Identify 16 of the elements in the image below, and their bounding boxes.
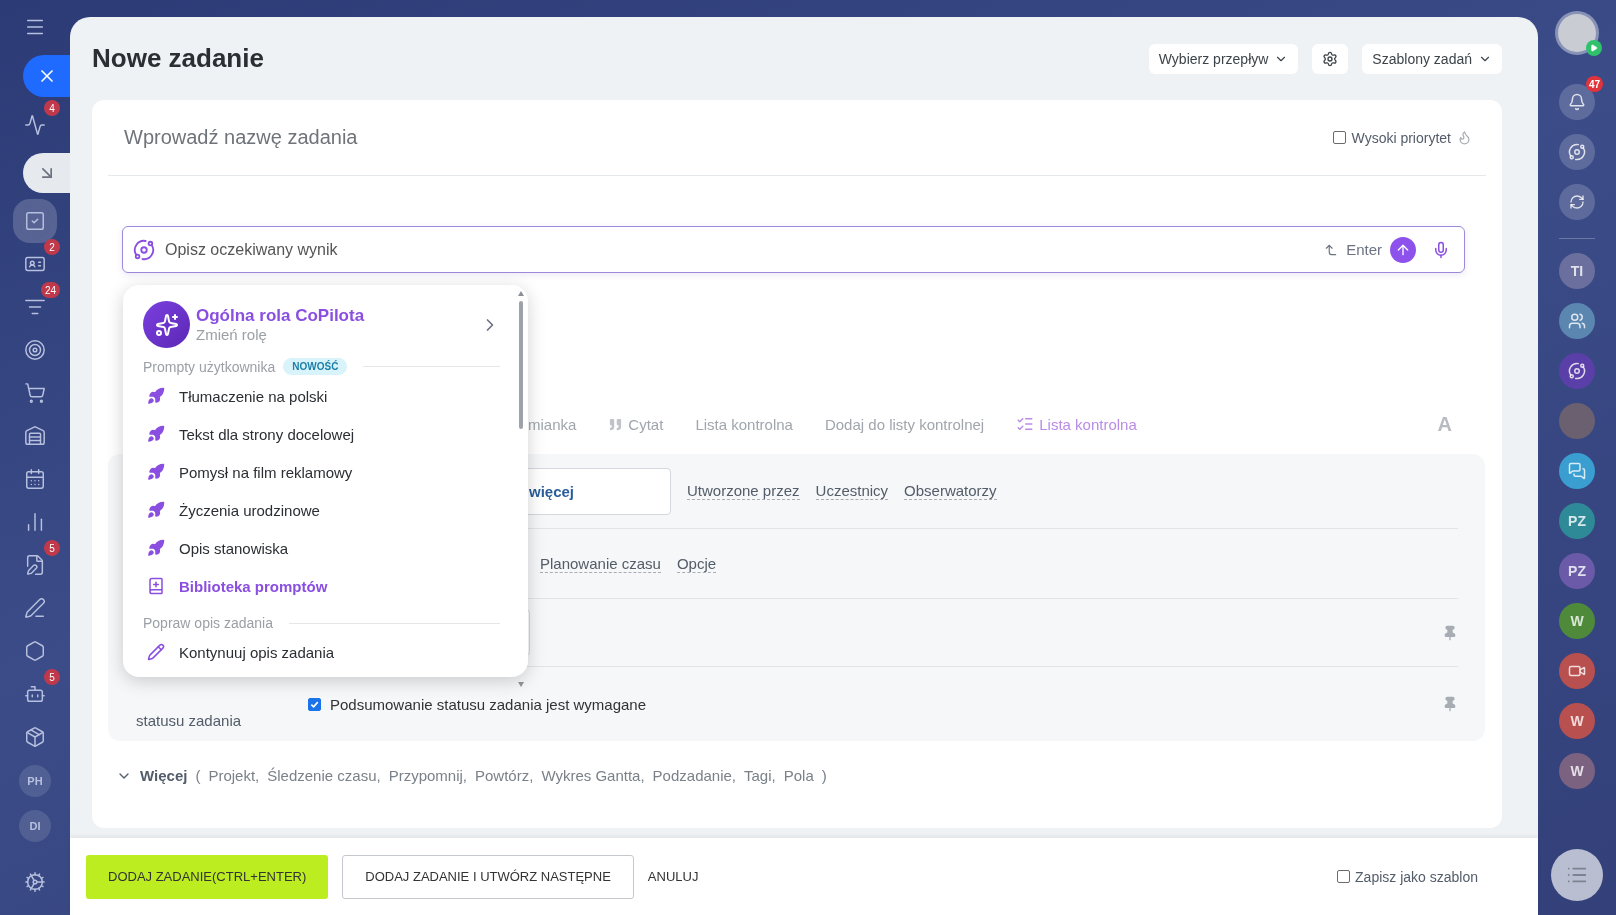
count-badge: 47	[1585, 76, 1603, 92]
role-title: Ogólna rola CoPilota	[196, 306, 366, 326]
count-badge: 5	[44, 540, 60, 556]
new-badge: NOWOŚĆ	[283, 358, 348, 375]
enter-hint: Enter	[1346, 241, 1382, 258]
window-title: Nowe zadanie	[92, 43, 265, 74]
count-badge: 2	[44, 239, 60, 255]
count-badge: 4	[44, 100, 60, 116]
role-subtitle: Zmień rolę	[196, 326, 268, 343]
section-title: Prompty użytkownika	[143, 358, 276, 375]
bracket: )	[821, 767, 827, 784]
count-badge: 5	[44, 669, 60, 685]
count-badge: 24	[40, 282, 60, 298]
bracket: (	[195, 767, 201, 784]
section-title: Popraw opis zadania	[143, 615, 273, 631]
field-label: statusu zadania	[136, 712, 243, 729]
